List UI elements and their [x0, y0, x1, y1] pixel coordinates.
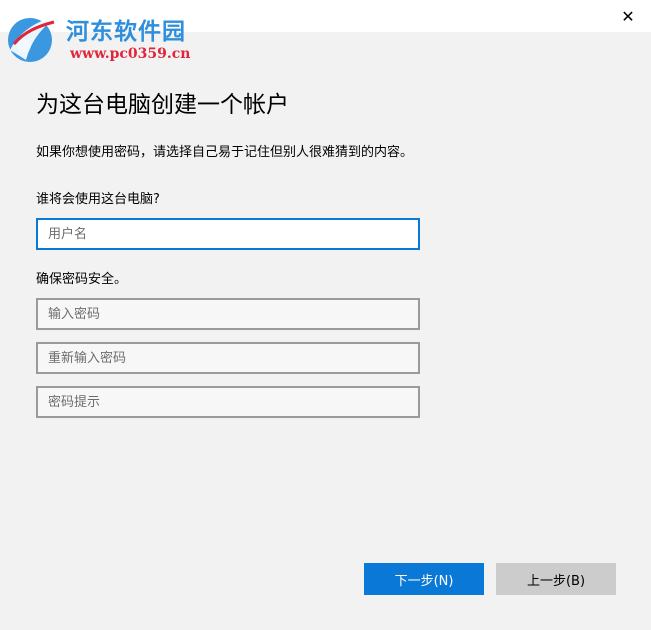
- page-title: 为这台电脑创建一个帐户: [36, 92, 289, 118]
- close-button[interactable]: ✕: [605, 0, 651, 32]
- username-input[interactable]: [36, 218, 420, 250]
- reenter-password-input[interactable]: [36, 342, 420, 374]
- watermark-url: www.pc0359.cn: [70, 46, 191, 62]
- close-icon: ✕: [621, 6, 635, 26]
- watermark-name: 河东软件园: [66, 18, 186, 45]
- secure-password-label: 确保密码安全。: [36, 272, 128, 287]
- next-button[interactable]: 下一步(N): [364, 563, 484, 595]
- swoosh-logo-icon: [8, 16, 58, 62]
- user-question-label: 谁将会使用这台电脑?: [36, 192, 160, 207]
- password-hint-input[interactable]: [36, 386, 420, 418]
- intro-text: 如果你想使用密码，请选择自己易于记住但别人很难猜到的内容。: [36, 145, 414, 160]
- back-button[interactable]: 上一步(B): [496, 563, 616, 595]
- site-watermark: 河东软件园 www.pc0359.cn: [4, 8, 214, 68]
- password-input[interactable]: [36, 298, 420, 330]
